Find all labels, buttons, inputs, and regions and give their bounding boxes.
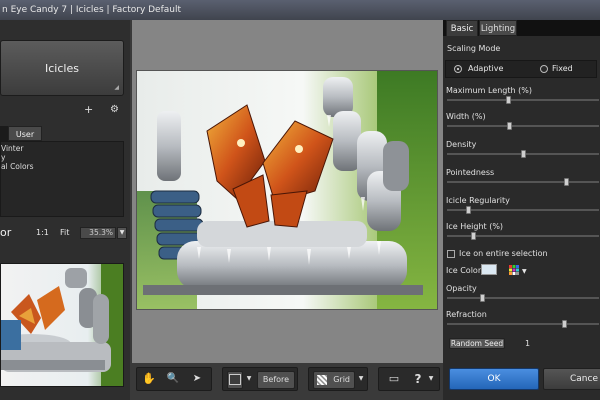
- settings-tabs: Basic Lighting: [443, 20, 600, 36]
- param-slider[interactable]: [447, 320, 599, 328]
- before-button[interactable]: Before: [257, 371, 295, 389]
- color-palette-icon[interactable]: [509, 265, 519, 275]
- navigator-label: or: [0, 226, 12, 239]
- param-slider[interactable]: [447, 178, 599, 186]
- slider-thumb[interactable]: [479, 294, 485, 302]
- preset-name-label: Icicles: [45, 62, 79, 75]
- slider-thumb[interactable]: [521, 150, 526, 158]
- preset-list: Vinter y al Colors: [0, 141, 124, 217]
- random-seed-value: 1: [525, 339, 531, 348]
- fullscreen-icon[interactable]: ▭: [387, 371, 401, 389]
- bottom-toolbar: ✋ 🔍 ➤ ▼ Before Grid ▼ ▭ ? ▼: [132, 364, 443, 400]
- zoom-actual-size-button[interactable]: 1:1: [36, 226, 49, 240]
- tab-factory[interactable]: [0, 126, 8, 141]
- scaling-mode-group: Adaptive Fixed: [445, 60, 597, 78]
- param-slider[interactable]: [447, 294, 599, 302]
- slider-thumb[interactable]: [507, 122, 513, 130]
- grid-group: Grid ▼: [308, 367, 368, 391]
- param-label: Width (%): [446, 112, 486, 121]
- param-label: Density: [446, 140, 477, 149]
- scaling-mode-title: Scaling Mode: [447, 44, 501, 53]
- left-panel: Icicles ◢ + ⚙ User Vinter y al Colors or…: [0, 20, 130, 400]
- param-slider[interactable]: [447, 206, 599, 214]
- cancel-button[interactable]: Cance: [543, 368, 600, 390]
- window-title: n Eye Candy 7 | Icicles | Factory Defaul…: [0, 0, 600, 20]
- slider-thumb[interactable]: [470, 232, 476, 240]
- param-label: Maximum Length (%): [446, 86, 532, 95]
- ice-color-swatch[interactable]: [481, 264, 497, 275]
- list-item[interactable]: Vinter: [1, 144, 123, 153]
- fixed-radio[interactable]: [540, 65, 548, 73]
- navigator-thumbnail[interactable]: [0, 263, 124, 387]
- view-help-group: ▭ ? ▼: [378, 367, 440, 391]
- param-slider[interactable]: [447, 232, 599, 240]
- swatch-icon: [229, 374, 241, 385]
- preview-area: [132, 20, 443, 363]
- param-slider[interactable]: [447, 96, 599, 104]
- zoom-row: or 1:1 Fit 35.3% ▼: [0, 226, 130, 240]
- slider-thumb[interactable]: [562, 320, 568, 328]
- thumbnail-image: [1, 264, 123, 386]
- slider-thumb[interactable]: [505, 96, 511, 104]
- background-swatch-button[interactable]: [227, 371, 243, 389]
- settings-panel: Basic Lighting Scaling Mode Adaptive Fix…: [443, 20, 600, 400]
- ice-color-dropdown-icon[interactable]: ▼: [522, 268, 527, 275]
- hand-tool-icon[interactable]: ✋: [141, 371, 157, 389]
- tab-basic[interactable]: Basic: [446, 20, 478, 36]
- tab-lighting[interactable]: Lighting: [479, 20, 517, 36]
- preset-settings-icon[interactable]: ⚙: [110, 104, 119, 116]
- preview-canvas[interactable]: [136, 70, 438, 310]
- help-dropdown-icon[interactable]: ▼: [427, 371, 435, 389]
- adaptive-radio[interactable]: [454, 65, 462, 73]
- compare-group: ▼ Before: [222, 367, 298, 391]
- list-item[interactable]: y: [1, 153, 123, 162]
- arrow-tool-icon[interactable]: ➤: [189, 371, 205, 389]
- zoom-value-field[interactable]: 35.3%: [80, 227, 116, 239]
- grid-icon: [317, 375, 327, 385]
- corner-arrow-icon: ◢: [114, 84, 119, 91]
- preset-tabs: User: [0, 126, 124, 141]
- ice-entire-checkbox[interactable]: [447, 250, 455, 258]
- param-label: Opacity: [446, 284, 477, 293]
- param-label: Icicle Regularity: [446, 196, 510, 205]
- preview-image: [137, 71, 437, 309]
- zoom-fit-button[interactable]: Fit: [60, 226, 69, 240]
- tab-user[interactable]: User: [8, 126, 42, 141]
- grid-label: Grid: [333, 375, 350, 384]
- preset-name-display[interactable]: Icicles ◢: [0, 40, 124, 96]
- fixed-label: Fixed: [552, 64, 573, 73]
- grid-button[interactable]: Grid: [313, 371, 355, 389]
- param-slider[interactable]: [447, 122, 599, 130]
- swatch-dropdown-icon[interactable]: ▼: [245, 371, 253, 389]
- slider-thumb[interactable]: [563, 178, 569, 186]
- help-icon[interactable]: ?: [411, 371, 425, 389]
- preset-toolbar: + ⚙: [0, 104, 128, 118]
- param-slider[interactable]: [447, 150, 599, 158]
- list-item[interactable]: al Colors: [1, 162, 123, 171]
- param-label: Ice Height (%): [446, 222, 504, 231]
- param-label: Pointedness: [446, 168, 495, 177]
- ice-color-label: Ice Color: [446, 266, 482, 275]
- param-label: Refraction: [446, 310, 487, 319]
- ok-button[interactable]: OK: [449, 368, 539, 390]
- add-preset-icon[interactable]: +: [84, 104, 93, 116]
- random-seed-button[interactable]: Random Seed: [449, 338, 505, 349]
- zoom-dropdown-icon[interactable]: ▼: [117, 227, 127, 239]
- grid-dropdown-icon[interactable]: ▼: [357, 371, 365, 389]
- adaptive-label: Adaptive: [468, 64, 504, 73]
- ice-entire-label: Ice on entire selection: [459, 249, 548, 258]
- zoom-tool-icon[interactable]: 🔍: [165, 371, 181, 389]
- tools-group: ✋ 🔍 ➤: [136, 367, 212, 391]
- slider-thumb[interactable]: [466, 206, 472, 214]
